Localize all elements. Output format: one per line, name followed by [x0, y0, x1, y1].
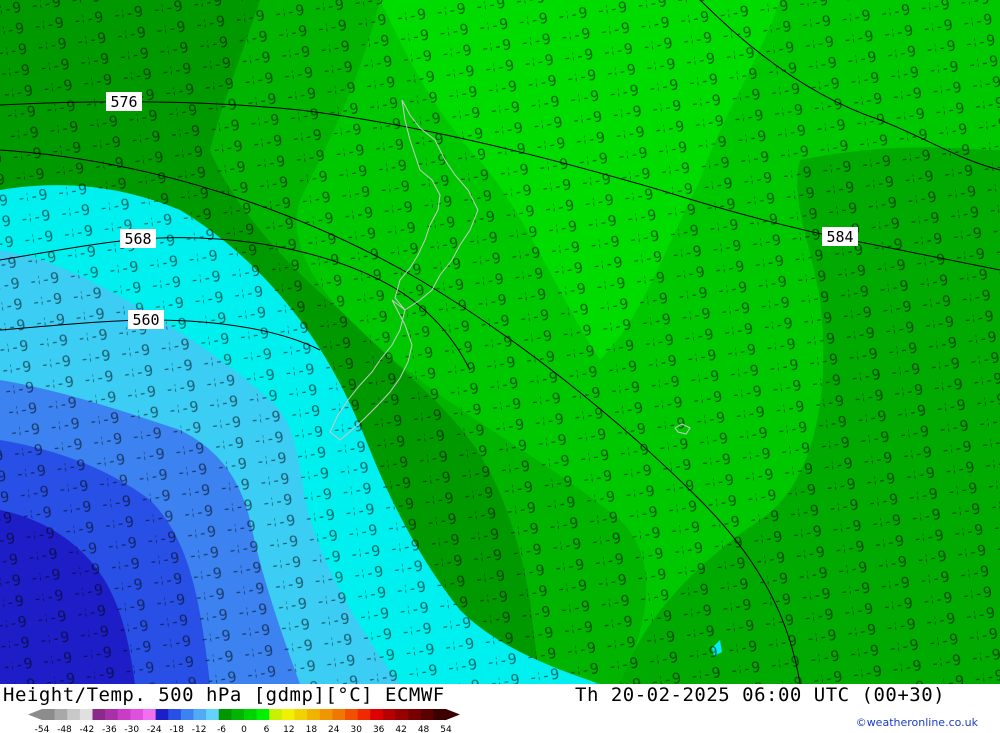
colorbar-swatch — [408, 709, 422, 720]
colorbar-tick-label: 6 — [264, 725, 270, 733]
colorbar-swatch — [231, 709, 245, 720]
colorbar-swatch — [319, 709, 333, 720]
colorbar-swatch — [256, 709, 270, 720]
colorbar-swatch — [294, 709, 308, 720]
svg-text:560: 560 — [132, 311, 159, 329]
colorbar-arrow-right — [446, 709, 460, 720]
map-title: Height/Temp. 500 hPa [gdmp][°C] ECMWF — [3, 684, 445, 706]
colorbar-swatch — [332, 709, 346, 720]
temperature-digit-overlay — [0, 0, 1000, 684]
colorbar-tick-label: 54 — [440, 725, 452, 733]
colorbar-swatch — [382, 709, 396, 720]
colorbar-tick-label: 18 — [306, 725, 318, 733]
colorbar-tick-label: -18 — [169, 725, 184, 733]
forecast-datetime: Th 20-02-2025 06:00 UTC (00+30) — [575, 684, 946, 706]
colorbar-swatch — [130, 709, 144, 720]
colorbar-swatch — [92, 709, 106, 720]
colorbar-swatch — [79, 709, 93, 720]
colorbar-swatch — [370, 709, 384, 720]
map-footer: Height/Temp. 500 hPa [gdmp][°C] ECMWF Th… — [0, 684, 1000, 733]
colorbar-arrow-left — [28, 709, 42, 720]
colorbar-tick-label: -6 — [217, 725, 226, 733]
colorbar-swatch — [269, 709, 283, 720]
colorbar-swatch — [206, 709, 220, 720]
svg-text:568: 568 — [124, 230, 151, 248]
colorbar-tick-label: 12 — [283, 725, 294, 733]
colorbar-tick-label: -48 — [57, 725, 72, 733]
colorbar-swatch — [357, 709, 371, 720]
colorbar-swatch — [155, 709, 169, 720]
colorbar-swatch — [67, 709, 81, 720]
colorbar-tick-label: 42 — [395, 725, 406, 733]
colorbar-swatch — [307, 709, 321, 720]
colorbar-swatch — [105, 709, 119, 720]
colorbar-swatch — [117, 709, 131, 720]
colorbar-tick-label: 24 — [328, 725, 340, 733]
colorbar-swatch — [54, 709, 68, 720]
colorbar-swatch — [180, 709, 194, 720]
temperature-colorbar: -54 -48 -42 -36 -30 -24 -18 -12 -6 0 6 12 18 24 30 36 42… — [28, 709, 460, 733]
colorbar-swatch — [420, 709, 434, 720]
colorbar-swatch — [395, 709, 409, 720]
contour-label-568: 568 — [120, 229, 156, 248]
colorbar-tick-label: -24 — [147, 725, 162, 733]
colorbar-tick-label: 48 — [418, 725, 430, 733]
colorbar-tick-label: -42 — [80, 725, 95, 733]
colorbar-tick-label: 36 — [373, 725, 385, 733]
colorbar-tick-label: -12 — [192, 725, 207, 733]
colorbar-swatch — [143, 709, 156, 720]
weather-map: -9 -8 576 584 568 560 — [0, 0, 1000, 684]
colorbar-swatch — [168, 709, 182, 720]
credit-link[interactable]: ©weatheronline.co.uk — [856, 716, 978, 729]
colorbar-swatch — [433, 709, 447, 720]
colorbar-tick-label: -54 — [35, 725, 50, 733]
contour-label-576: 576 — [106, 92, 142, 111]
svg-text:584: 584 — [826, 228, 853, 246]
contour-label-584: 584 — [822, 227, 858, 246]
colorbar-tick-label: 30 — [350, 725, 362, 733]
colorbar-swatch — [42, 709, 55, 720]
svg-text:576: 576 — [110, 93, 137, 111]
colorbar-tick-label: 0 — [241, 725, 247, 733]
colorbar-swatch — [281, 709, 295, 720]
contour-label-560: 560 — [128, 310, 164, 329]
colorbar-swatch — [345, 709, 358, 720]
colorbar-swatch — [244, 709, 257, 720]
colorbar-swatch — [193, 709, 207, 720]
colorbar-swatch — [218, 709, 232, 720]
colorbar-tick-label: -36 — [102, 725, 117, 733]
colorbar-tick-label: -30 — [124, 725, 139, 733]
